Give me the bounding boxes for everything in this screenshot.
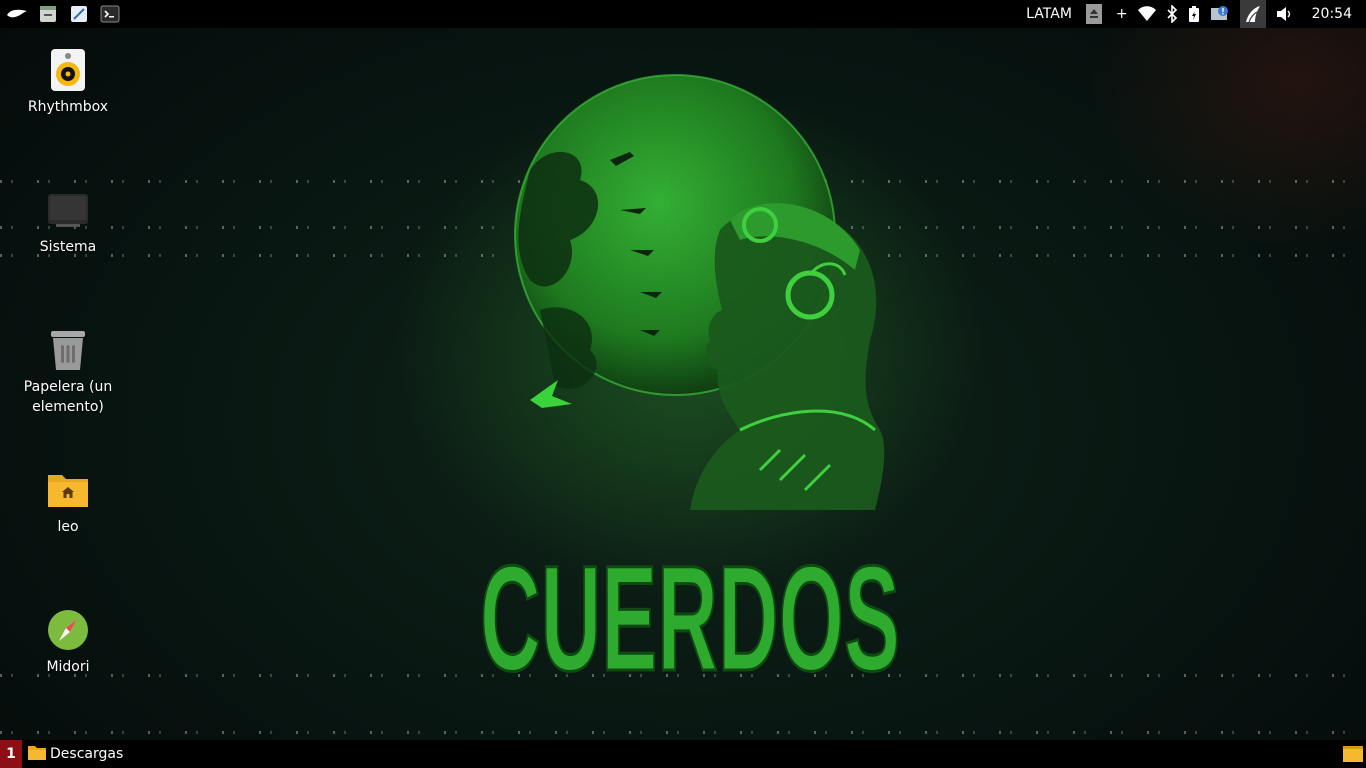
- text-editor-icon[interactable]: [66, 0, 92, 28]
- desktop-icon-label: Midori: [46, 659, 90, 675]
- desktop-icon-rhythmbox[interactable]: Rhythmbox: [13, 48, 123, 117]
- taskbar-item-descargas[interactable]: Descargas: [22, 740, 129, 768]
- add-icon[interactable]: +: [1116, 0, 1128, 28]
- computer-icon: [46, 188, 90, 232]
- system-tray: LATAM + 20:54: [1016, 0, 1366, 28]
- eject-icon[interactable]: [1085, 0, 1102, 28]
- home-folder-icon: [46, 468, 90, 512]
- launcher-bar: [0, 0, 128, 28]
- wallpaper-title: CUERDOS: [480, 534, 900, 700]
- trash-icon: [46, 328, 90, 372]
- desktop-icon-label: leo: [57, 519, 79, 535]
- folder-icon: [28, 744, 46, 764]
- top-panel: LATAM + 20:54: [0, 0, 1366, 28]
- desktop-icon-label: Papelera (un elemento): [23, 379, 113, 415]
- desktop-icon-label: Rhythmbox: [27, 99, 109, 115]
- app-menu-icon[interactable]: [4, 0, 30, 28]
- file-manager-icon[interactable]: [35, 0, 61, 28]
- wallpaper-illustration: CUERDOS: [479, 74, 902, 704]
- battery-icon[interactable]: [1188, 0, 1200, 28]
- desktop-icon-sistema[interactable]: Sistema: [13, 188, 123, 257]
- show-desktop-icon[interactable]: [1342, 740, 1364, 768]
- rhythmbox-icon: [46, 48, 90, 92]
- notification-icon[interactable]: [1210, 0, 1230, 28]
- wallpaper-artwork: CUERDOS: [460, 70, 920, 704]
- midori-icon: [46, 608, 90, 652]
- desktop-icon-leo[interactable]: leo: [13, 468, 123, 537]
- wallpaper-speckle: [0, 731, 1366, 734]
- workspace-1-button[interactable]: 1: [0, 740, 22, 768]
- terminal-icon[interactable]: [97, 0, 123, 28]
- bottom-panel: 1 Descargas: [0, 740, 1366, 768]
- taskbar-item-label: Descargas: [50, 746, 124, 762]
- dolphin-tray-icon[interactable]: [1239, 0, 1266, 28]
- bluetooth-icon[interactable]: [1166, 0, 1178, 28]
- desktop-icon-papelera[interactable]: Papelera (un elemento): [13, 328, 123, 417]
- keyboard-layout-indicator[interactable]: LATAM: [1026, 0, 1072, 28]
- volume-icon[interactable]: [1276, 0, 1294, 28]
- keyboard-layout-label: LATAM: [1026, 6, 1072, 22]
- desktop-icon-label: Sistema: [39, 239, 97, 255]
- clock[interactable]: 20:54: [1312, 6, 1352, 22]
- desktop-icon-midori[interactable]: Midori: [13, 608, 123, 677]
- wifi-icon[interactable]: [1137, 0, 1156, 28]
